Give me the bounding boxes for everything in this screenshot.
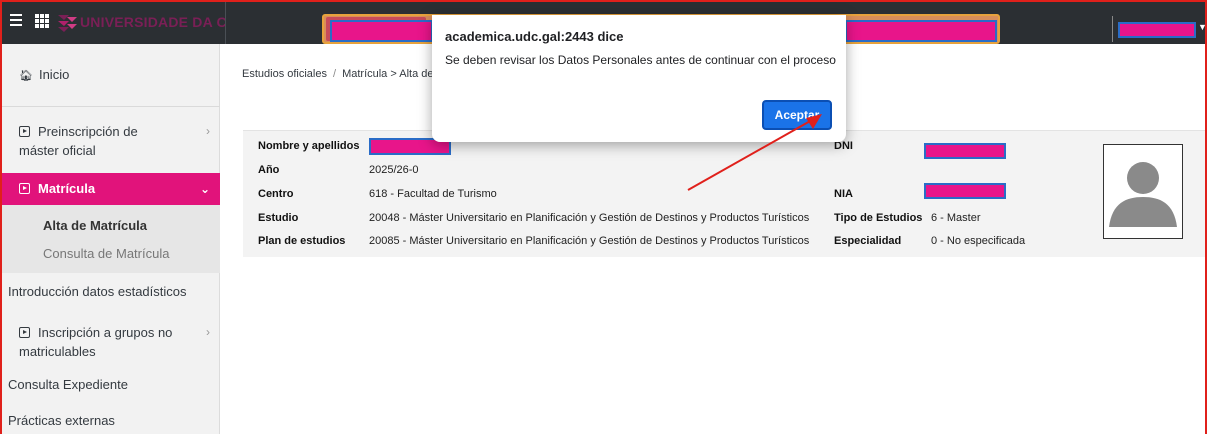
center-label: Centro [258,188,294,200]
redacted-field [845,20,997,42]
redacted-username[interactable] [1118,22,1196,38]
redacted-field [330,20,433,42]
plan-label: Plan de estudios [258,235,346,247]
dialog-message: Se deben revisar los Datos Personales an… [445,53,836,67]
breadcrumb: Estudios oficiales / Matrícula > Alta de M [242,68,446,80]
redacted-dni [924,143,1006,159]
sidebar-item-label: Consulta de Matrícula [43,246,170,261]
breadcrumb-item[interactable]: Estudios oficiales [242,68,327,80]
chevron-right-icon: › [206,124,210,138]
nia-label: NIA [834,188,853,200]
sidebar-item-inscripcion-grupos[interactable]: Inscripción a grupos no matriculables › [0,323,220,363]
alert-dialog: academica.udc.gal:2443 dice Se deben rev… [432,15,846,142]
sidebar-item-matricula[interactable]: Matrícula ⌄ [0,173,220,205]
sidebar-item-label: Consulta Expediente [8,377,128,392]
year-label: Año [258,164,280,176]
topbar-divider [1112,16,1113,42]
breadcrumb-item: Matrícula > Alta de M [342,68,446,80]
study-label: Estudio [258,212,299,224]
sidebar-item-datos-estadisticos[interactable]: Introducción datos estadísticos [0,282,220,302]
home-icon: 🏠︎ [19,70,33,82]
sidebar: 🏠︎ Inicio Preinscripción de máster oficia… [0,44,220,434]
topbar-divider [225,0,226,44]
center-value: 618 - Facultad de Turismo [369,188,497,200]
sidebar-item-consulta-matricula[interactable]: Consulta de Matrícula [0,244,220,264]
sidebar-item-label: Inscripción a grupos no matriculables [19,325,173,359]
sidebar-item-preinscripcion[interactable]: Preinscripción de máster oficial › [0,122,220,162]
play-square-icon [19,327,30,338]
study-value: 20048 - Máster Universitario en Planific… [369,212,810,224]
play-square-icon [19,126,30,137]
sidebar-item-practicas-externas[interactable]: Prácticas externas [0,411,220,431]
study-type-value: 6 - Master [931,212,981,224]
sidebar-item-label: Matrícula [38,181,96,196]
chevron-down-icon: ⌄ [199,182,210,196]
breadcrumb-separator: / [333,68,337,80]
sidebar-item-inicio[interactable]: 🏠︎ Inicio [0,63,220,87]
sidebar-item-consulta-expediente[interactable]: Consulta Expediente [0,375,220,395]
sidebar-item-label: Preinscripción de máster oficial [19,124,138,158]
sidebar-divider [0,106,220,107]
accept-button[interactable]: Aceptar [762,100,832,130]
user-avatar-icon [1109,162,1177,227]
university-logo-icon [58,15,77,32]
student-photo [1103,144,1183,239]
hamburger-menu-icon[interactable] [10,14,26,30]
play-square-icon [19,183,30,194]
plan-value: 20085 - Máster Universitario en Planific… [369,235,810,247]
sidebar-item-label: Alta de Matrícula [43,218,148,233]
redacted-nia [924,183,1006,199]
university-name: UNIVERSIDADE DA COR [80,14,225,30]
specialty-value: 0 - No especificada [931,235,1026,247]
year-value: 2025/26-0 [369,164,419,176]
specialty-label: Especialidad [834,235,902,247]
chevron-right-icon: › [206,325,210,339]
sidebar-item-label: Inicio [38,67,70,82]
sidebar-item-alta-matricula[interactable]: Alta de Matrícula [0,216,220,236]
name-label: Nombre y apellidos [258,140,360,152]
dialog-title: academica.udc.gal:2443 dice [445,29,624,44]
sidebar-item-label: Introducción datos estadísticos [8,284,187,299]
study-type-label: Tipo de Estudios [834,212,923,224]
sidebar-item-label: Prácticas externas [8,413,115,428]
apps-grid-icon[interactable] [35,14,49,28]
chevron-down-icon[interactable]: ▼ [1198,22,1207,32]
